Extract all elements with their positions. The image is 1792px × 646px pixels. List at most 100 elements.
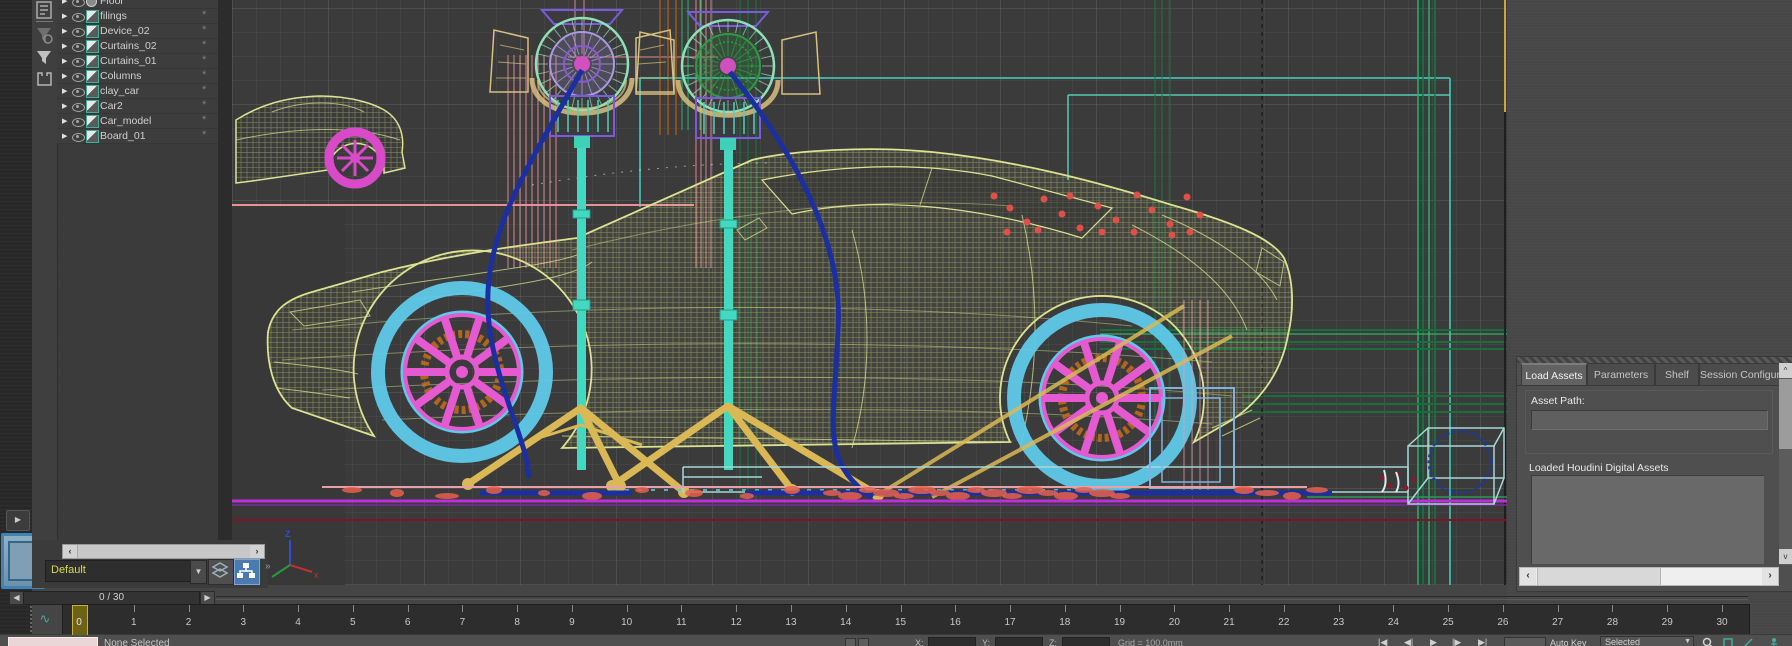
freeze-icon[interactable]: * (202, 99, 206, 111)
list-item[interactable]: ▶ Car_model * (57, 114, 218, 129)
item-name[interactable]: Device_02 (100, 25, 150, 37)
item-name[interactable]: clay_car (100, 85, 139, 97)
item-name[interactable]: Curtains_01 (100, 55, 157, 67)
visibility-eye-icon[interactable] (72, 118, 85, 127)
item-name[interactable]: Board_01 (100, 130, 146, 142)
sort-by-hierarchy-button[interactable] (234, 559, 260, 585)
scrollbar-thumb[interactable] (1779, 379, 1792, 449)
frame-back-button[interactable]: ◀ (9, 591, 24, 605)
item-name[interactable]: filings (100, 10, 127, 22)
scroll-left-button[interactable]: ‹ (63, 545, 77, 558)
auto-key-button[interactable]: Auto Key (1550, 638, 1587, 646)
panel-vertical-scrollbar[interactable]: ^ v (1779, 363, 1792, 565)
expand-arrow-icon[interactable]: ▶ (62, 42, 67, 50)
tab-parameters[interactable]: Parameters (1587, 363, 1655, 386)
zoom-region-icon[interactable] (1702, 637, 1714, 646)
tab-session-configuration[interactable]: Session Configura (1699, 363, 1781, 386)
go-to-start-button[interactable]: |◀ (1378, 637, 1387, 646)
freeze-icon[interactable]: * (202, 114, 206, 126)
filter-disabled-icon[interactable] (35, 26, 54, 45)
previous-frame-button[interactable]: ◀| (1404, 637, 1413, 646)
tab-load-assets[interactable]: Load Assets (1521, 363, 1587, 387)
freeze-icon[interactable]: * (202, 69, 206, 81)
item-name[interactable]: Car2 (100, 100, 123, 112)
visibility-eye-icon[interactable] (72, 43, 85, 52)
angle-snap-icon[interactable] (1742, 637, 1754, 646)
visibility-eye-icon[interactable] (72, 13, 85, 22)
freeze-icon[interactable]: * (202, 129, 206, 141)
toolbar-overflow-chevron[interactable]: » (265, 561, 271, 572)
asset-path-input[interactable] (1531, 410, 1768, 430)
time-slider-groove[interactable] (216, 596, 1748, 600)
display-panel-icon[interactable] (35, 1, 54, 20)
expand-arrow-icon[interactable]: ▶ (62, 102, 67, 110)
expand-arrow-icon[interactable]: ▶ (62, 12, 67, 20)
container-icon[interactable] (35, 70, 54, 89)
item-name[interactable]: Columns (100, 70, 141, 82)
isolate-toggle-icon[interactable] (845, 638, 856, 646)
expand-arrow-icon[interactable]: ▶ (62, 117, 67, 125)
layer-explorer-dropdown[interactable]: Default (45, 560, 191, 582)
freeze-icon[interactable]: * (202, 0, 206, 6)
snap-cube-icon[interactable] (1722, 637, 1734, 646)
list-item[interactable]: ▶ Curtains_01 * (57, 54, 218, 69)
go-to-end-button[interactable]: ▶| (1478, 637, 1487, 646)
tab-shelf[interactable]: Shelf (1655, 363, 1699, 386)
list-item[interactable]: ▶ Device_02 * (57, 24, 218, 39)
visibility-eye-icon[interactable] (72, 103, 85, 112)
car-front-wheel[interactable] (378, 288, 546, 456)
freeze-icon[interactable]: * (202, 39, 206, 51)
loaded-assets-list[interactable] (1531, 475, 1764, 564)
expand-arrow-icon[interactable]: ▶ (62, 27, 67, 35)
coord-x-field[interactable] (928, 637, 976, 646)
selection-lock-icon[interactable] (858, 638, 869, 646)
expand-arrow-icon[interactable]: ▶ (62, 87, 67, 95)
item-name[interactable]: Car_model (100, 115, 151, 127)
expand-panel-button[interactable]: ▶ (6, 510, 30, 531)
sort-by-layer-button[interactable] (208, 559, 234, 585)
expand-arrow-icon[interactable]: ▶ (62, 72, 67, 80)
clay-car-reference[interactable] (236, 96, 405, 184)
scroll-up-button[interactable]: ^ (1779, 363, 1792, 378)
set-key-button[interactable] (1504, 637, 1546, 646)
scroll-right-button[interactable]: › (1762, 568, 1778, 585)
maxscript-mini-listener[interactable] (8, 637, 98, 646)
play-button[interactable]: ▶ (1430, 637, 1437, 646)
panel-horizontal-scrollbar[interactable]: ‹ › (1519, 567, 1779, 586)
next-frame-button[interactable]: |▶ (1452, 637, 1461, 646)
list-item[interactable]: ▶ filings * (57, 9, 218, 24)
filter-icon[interactable] (35, 48, 54, 67)
list-item[interactable]: ▶ clay_car * (57, 84, 218, 99)
scroll-down-button[interactable]: v (1779, 549, 1792, 564)
list-item-floor[interactable]: ▶ Floor * (57, 0, 218, 9)
list-item[interactable]: ▶ Curtains_02 * (57, 39, 218, 54)
time-slider-field[interactable]: 0 / 30 (23, 591, 200, 605)
freeze-icon[interactable]: * (202, 9, 206, 21)
list-item[interactable]: ▶ Columns * (57, 69, 218, 84)
dropdown-arrow-icon[interactable]: ▼ (190, 560, 207, 584)
scroll-left-button[interactable]: ‹ (1520, 568, 1536, 585)
list-item[interactable]: ▶ Board_01 * (57, 129, 218, 144)
visibility-eye-icon[interactable] (72, 133, 85, 142)
list-item[interactable]: ▶ Car2 * (57, 99, 218, 114)
frame-forward-button[interactable]: ▶ (200, 591, 215, 605)
visibility-eye-icon[interactable] (72, 58, 85, 67)
explorer-horizontal-scrollbar[interactable]: ‹ › (62, 544, 265, 559)
freeze-icon[interactable]: * (202, 24, 206, 36)
track-bar[interactable]: 0123456789101112131415161718192021222324… (62, 604, 1750, 636)
freeze-icon[interactable]: * (202, 54, 206, 66)
scrollbar-thumb[interactable] (1537, 568, 1661, 585)
visibility-eye-icon[interactable] (72, 73, 85, 82)
viewport[interactable]: Z x y (232, 0, 1507, 585)
freeze-icon[interactable]: * (202, 84, 206, 96)
visibility-eye-icon[interactable] (72, 0, 85, 7)
visibility-eye-icon[interactable] (72, 28, 85, 37)
item-name[interactable]: Curtains_02 (100, 40, 157, 52)
coord-z-field[interactable] (1062, 637, 1110, 646)
key-filter-dropdown[interactable]: Selected▼ (1600, 636, 1694, 646)
expand-arrow-icon[interactable]: ▶ (62, 57, 67, 65)
coord-y-field[interactable] (995, 637, 1043, 646)
scrollbar-thumb[interactable] (77, 545, 252, 558)
character-icon[interactable] (1768, 637, 1780, 646)
expand-arrow-icon[interactable]: ▶ (62, 132, 67, 140)
